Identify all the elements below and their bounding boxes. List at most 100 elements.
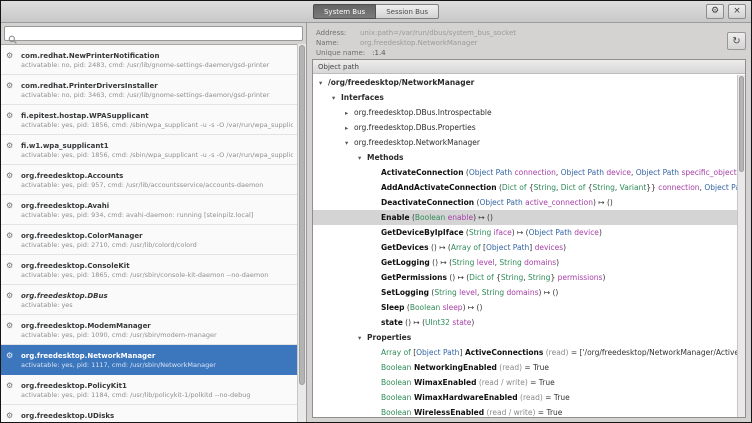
service-gear-icon: ⚙ [6, 142, 13, 150]
expander-open-icon[interactable]: ▾ [358, 151, 367, 165]
tree-row[interactable]: ActivateConnection (Object Path connecti… [313, 165, 737, 180]
expander-closed-icon[interactable]: ▸ [345, 121, 354, 135]
service-item[interactable]: ⚙ org.freedesktop.DBusactivatable: yes [1, 285, 297, 315]
service-item[interactable]: ⚙com.redhat.NewPrinterNotificationactiva… [1, 45, 297, 75]
type-label: Array of [451, 243, 481, 252]
signature-text: = True [522, 363, 549, 372]
node-label: Interfaces [341, 93, 384, 102]
expander-open-icon[interactable]: ▾ [358, 331, 367, 345]
arg-name: level [457, 288, 477, 297]
tree-row[interactable]: GetDeviceByIpIface (String iface) ↦ (Obj… [313, 225, 737, 240]
service-gear-icon: ⚙ [6, 52, 13, 60]
arg-name: connection [656, 183, 700, 192]
interface-name: org.freedesktop.NetworkManager [354, 138, 480, 147]
type-label: Variant [620, 183, 647, 192]
method-name: Sleep [381, 303, 405, 312]
services-panel: ⚙com.redhat.NewPrinterNotificationactiva… [1, 23, 307, 422]
method-name: WimaxEnabled [411, 378, 476, 387]
tree-row[interactable]: ▾Methods [313, 150, 737, 165]
tree-row[interactable]: Boolean WirelessEnabled (read / write) =… [313, 405, 737, 417]
tree-row[interactable]: GetPermissions () ↦ (Dict of {String, St… [313, 270, 737, 285]
service-gear-icon: ⚙ [6, 382, 13, 390]
service-name: org.freedesktop.PolicyKit1 [21, 381, 293, 391]
method-name: DeactivateConnection [381, 198, 474, 207]
service-item[interactable]: ⚙com.redhat.PrinterDriversInstalleractiv… [1, 75, 297, 105]
service-item[interactable]: ⚙org.freedesktop.Accountsactivatable: ye… [1, 165, 297, 195]
tree-row[interactable]: DeactivateConnection (Object Path active… [313, 195, 737, 210]
expander-open-icon[interactable]: ▾ [332, 91, 341, 105]
type-label: Dict of [469, 273, 494, 282]
services-list: ⚙com.redhat.NewPrinterNotificationactiva… [1, 44, 297, 422]
tree-scrollbar[interactable] [737, 75, 745, 417]
address-value: unix:path=/var/run/dbus/system_bus_socke… [360, 29, 516, 37]
service-item[interactable]: ⚙org.freedesktop.Avahiactivatable: yes, … [1, 195, 297, 225]
service-item[interactable]: ⚙org.freedesktop.ConsoleKitactivatable: … [1, 255, 297, 285]
tree-row[interactable]: ▾Properties [313, 330, 737, 345]
refresh-icon: ↻ [732, 36, 740, 47]
settings-button[interactable]: ⚙ [706, 4, 724, 19]
tree-row[interactable]: Boolean WimaxEnabled (read / write) = Tr… [313, 375, 737, 390]
tree-row[interactable]: Boolean NetworkingEnabled (read) = True [313, 360, 737, 375]
service-item[interactable]: ⚙ org.freedesktop.PolicyKit1activatable: … [1, 375, 297, 405]
service-gear-icon: ⚙ [6, 202, 13, 210]
tree-scrollbar-thumb[interactable] [739, 76, 744, 172]
tree-row[interactable]: AddAndActivateConnection (Dict of {Strin… [313, 180, 737, 195]
service-detail: activatable: yes [21, 301, 293, 310]
object-path-type: Object Path [486, 243, 529, 252]
expander-open-icon[interactable]: ▾ [319, 76, 328, 90]
service-gear-icon: ⚙ [6, 232, 13, 240]
refresh-button[interactable]: ↻ [727, 32, 746, 50]
expander-closed-icon[interactable]: ▸ [345, 106, 354, 120]
tree-row[interactable]: ▸org.freedesktop.DBus.Properties [313, 120, 737, 135]
method-name: ActiveConnections [462, 348, 543, 357]
service-item[interactable]: ⚙fi.w1.wpa_supplicant1activatable: yes, … [1, 135, 297, 165]
tree-row[interactable]: state () ↦ (UInt32 state) [313, 315, 737, 330]
node-label: Methods [367, 153, 403, 162]
interface-name: org.freedesktop.DBus.Properties [354, 123, 476, 132]
object-path-column-header[interactable]: Object path [313, 60, 745, 74]
method-name: SetLogging [381, 288, 429, 297]
service-name: org.freedesktop.DBus [21, 291, 293, 301]
object-path-type: Object Path [416, 348, 459, 357]
service-gear-icon: ⚙ [6, 412, 13, 420]
tree-row[interactable]: Enable (Boolean enable) ↦ () [313, 210, 737, 225]
service-detail: activatable: yes, pid: 1184, cmd: /usr/l… [21, 391, 293, 400]
service-gear-icon: ⚙ [6, 352, 13, 360]
service-item[interactable]: ⚙org.freedesktop.UDisks [1, 405, 297, 422]
search-input[interactable] [18, 28, 299, 39]
service-item[interactable]: ⚙org.freedesktop.ColorManageractivatable… [1, 225, 297, 255]
system-bus-button[interactable]: System Bus [313, 4, 376, 19]
type-label: Dict of [561, 183, 586, 192]
arg-name: domains [522, 258, 556, 267]
service-item[interactable]: ⚙org.freedesktop.ModemManageractivatable… [1, 315, 297, 345]
tree-row[interactable]: ▸org.freedesktop.DBus.Introspectable [313, 105, 737, 120]
sidebar-scrollbar[interactable] [297, 44, 306, 422]
signature-text: = True [543, 393, 570, 402]
type-label: Dict of [502, 183, 527, 192]
tree-row[interactable]: ▾/org/freedesktop/NetworkManager [313, 75, 737, 90]
tree-row[interactable]: ▾Interfaces [313, 90, 737, 105]
method-name: WimaxHardwareEnabled [411, 393, 517, 402]
tree-row[interactable]: SetLogging (String level, String domains… [313, 285, 737, 300]
arg-name: device [604, 168, 631, 177]
session-bus-button[interactable]: Session Bus [376, 4, 439, 19]
close-button[interactable]: × [728, 4, 746, 19]
signature-text: = ['/org/freedesktop/NetworkManager/Acti… [569, 348, 738, 357]
tree-row[interactable]: Array of [Object Path] ActiveConnections… [313, 345, 737, 360]
tree-row[interactable]: ▾org.freedesktop.NetworkManager [313, 135, 737, 150]
sidebar-scrollbar-thumb[interactable] [299, 45, 305, 385]
service-item[interactable]: ⚙org.freedesktop.NetworkManageractivatab… [1, 345, 297, 375]
service-gear-icon: ⚙ [6, 292, 13, 300]
arg-name: device [572, 228, 599, 237]
signature-text: () ↦ ( [429, 243, 451, 252]
object-tree: Object path ▾/org/freedesktop/NetworkMan… [312, 59, 746, 418]
tree-row[interactable]: GetDevices () ↦ (Array of [Object Path] … [313, 240, 737, 255]
tree-row[interactable]: GetLogging () ↦ (String level, String do… [313, 255, 737, 270]
expander-open-icon[interactable]: ▾ [345, 136, 354, 150]
tree-row[interactable]: Boolean WimaxHardwareEnabled (read) = Tr… [313, 390, 737, 405]
service-gear-icon: ⚙ [6, 112, 13, 120]
tree-row[interactable]: Sleep (Boolean sleep) ↦ () [313, 300, 737, 315]
service-item[interactable]: ⚙fi.epitest.hostap.WPASupplicantactivata… [1, 105, 297, 135]
type-label: String [501, 273, 523, 282]
object-tree-body: ▾/org/freedesktop/NetworkManager▾Interfa… [313, 75, 737, 417]
